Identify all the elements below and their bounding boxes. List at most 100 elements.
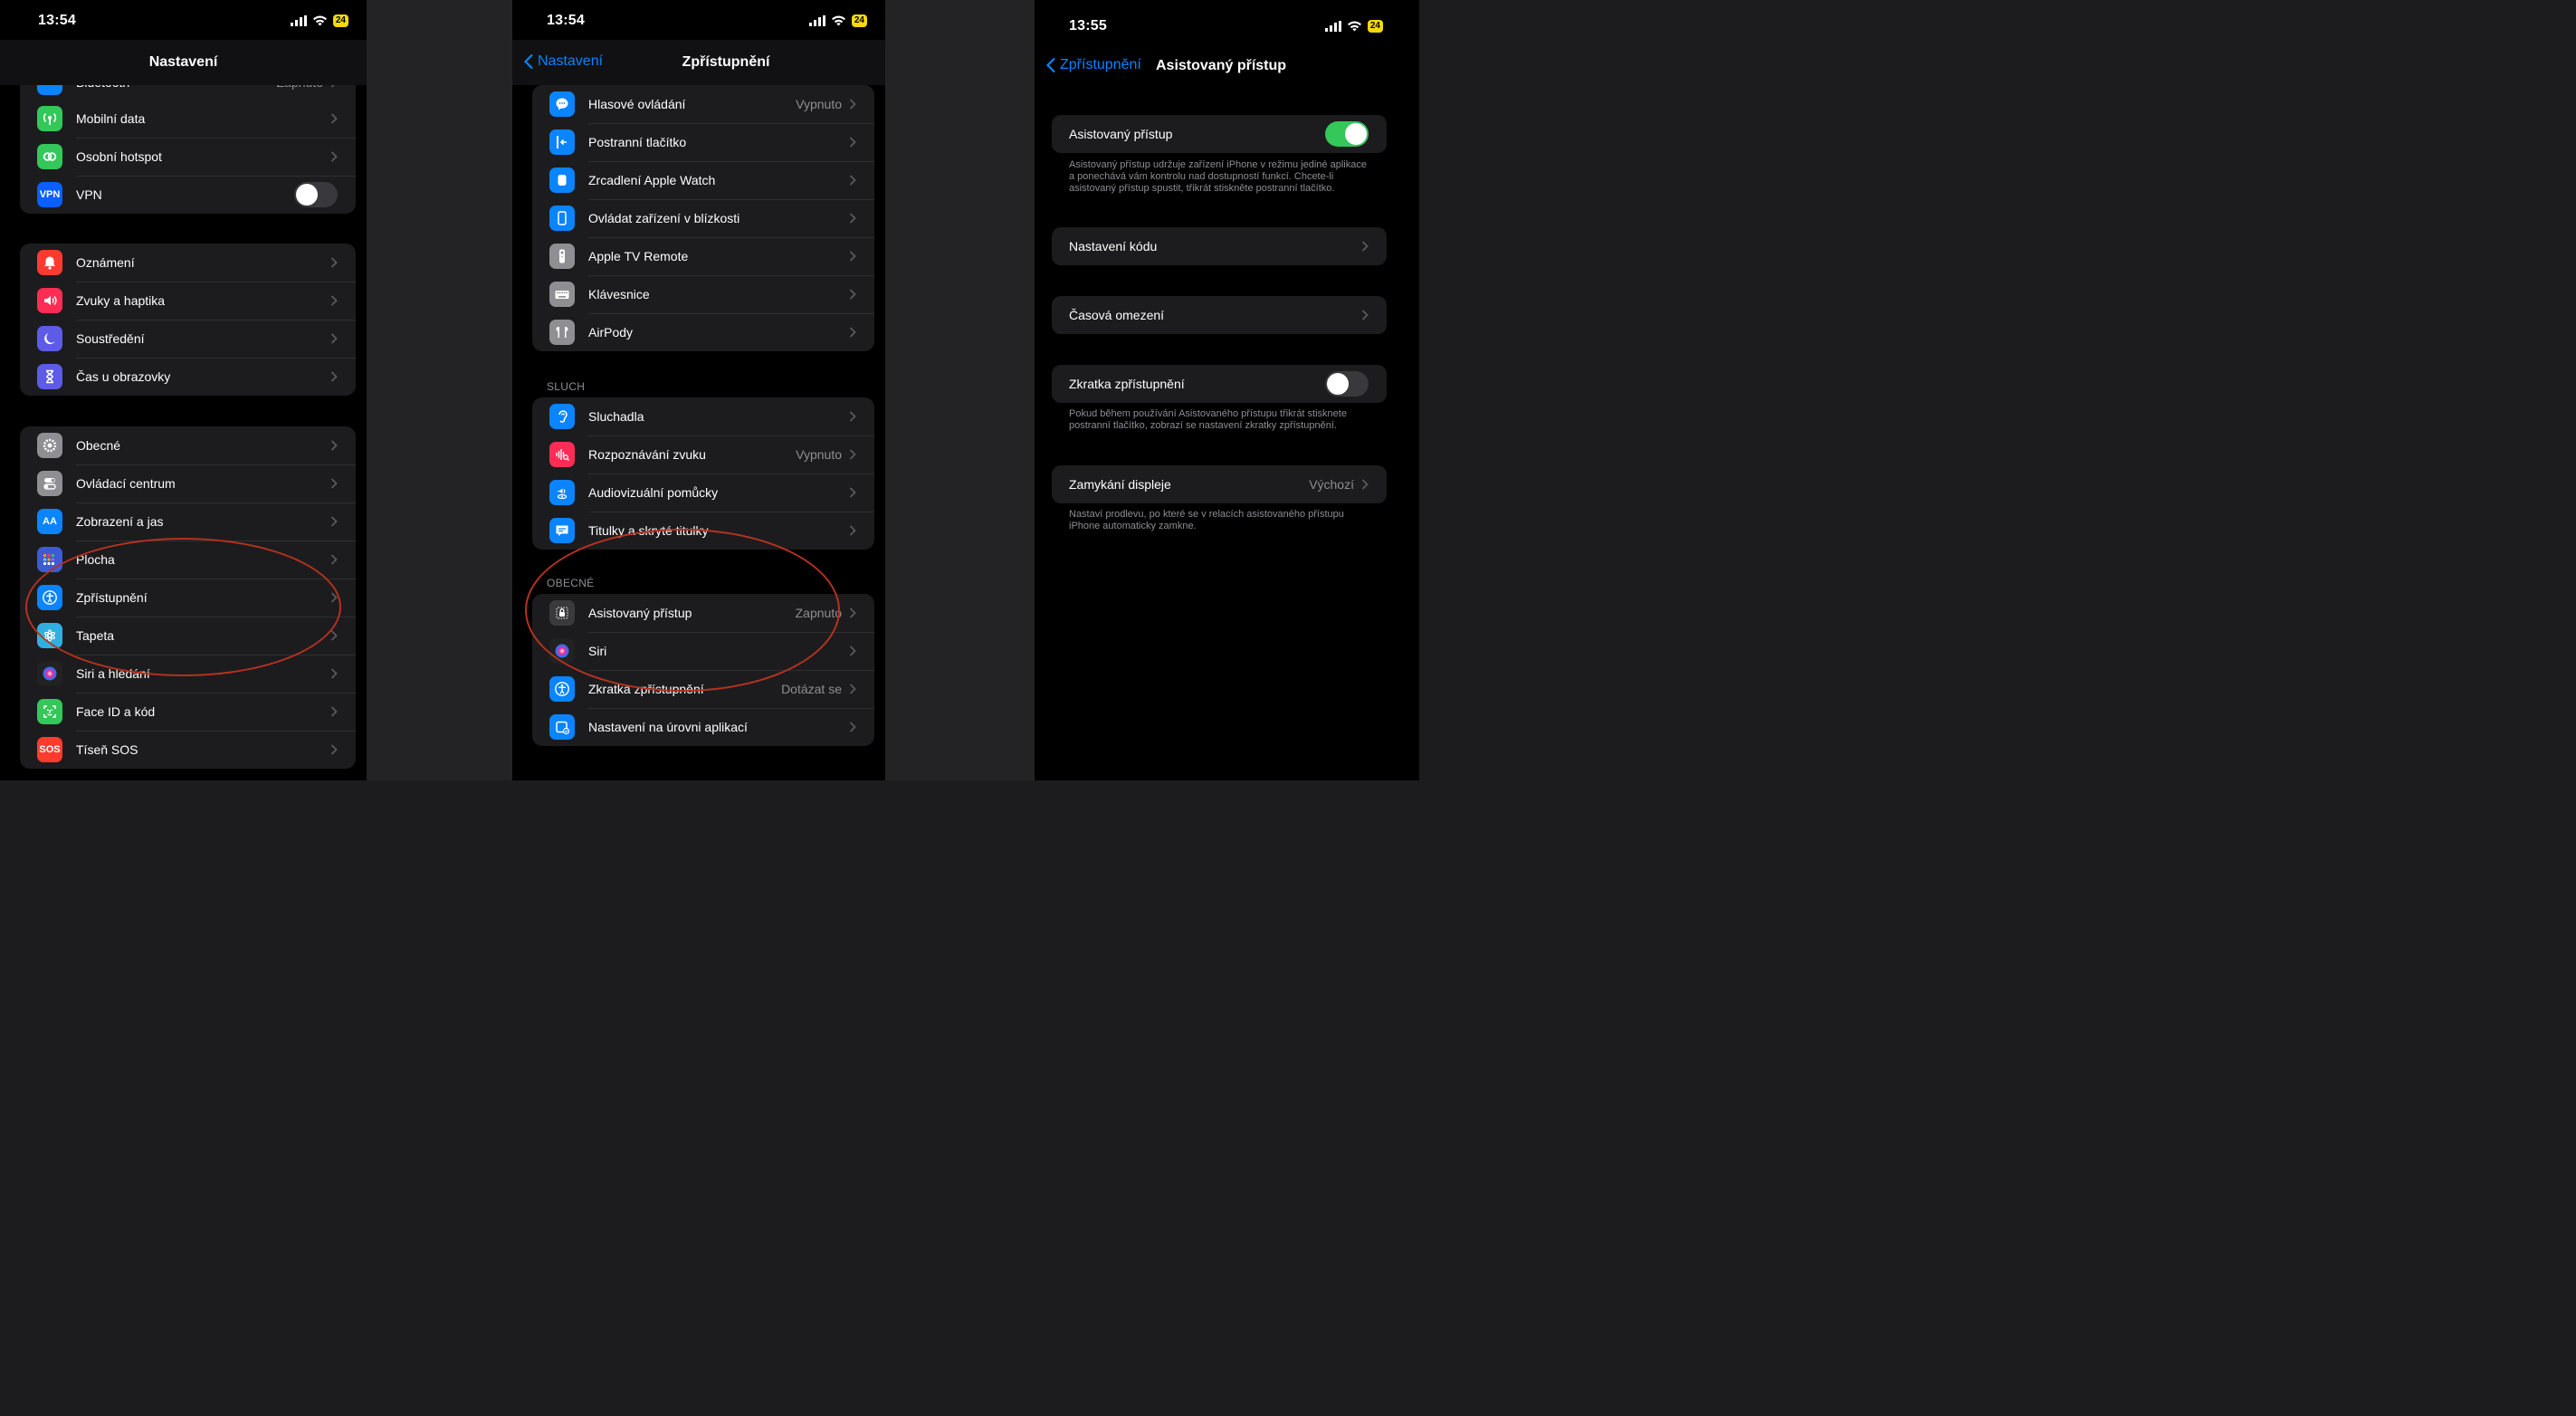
settings-row[interactable]: AA Zobrazení a jas bbox=[20, 502, 356, 541]
sound-recognition-icon bbox=[549, 442, 575, 467]
time-limits-row[interactable]: Časová omezení bbox=[1052, 296, 1387, 334]
chevron-right-icon bbox=[330, 151, 338, 162]
status-time: 13:54 bbox=[38, 13, 76, 28]
chevron-right-icon bbox=[849, 684, 856, 694]
back-button[interactable]: Zpřístupnění bbox=[1045, 57, 1141, 73]
row-label: Zamykání displeje bbox=[1069, 477, 1171, 492]
settings-row[interactable]: VPN VPN bbox=[20, 176, 356, 214]
status-bar: 13:54 24 bbox=[0, 13, 367, 34]
chevron-right-icon bbox=[849, 722, 856, 732]
settings-row[interactable]: Hlasové ovládání Vypnuto bbox=[532, 85, 874, 123]
wifi-icon bbox=[831, 15, 845, 26]
accessibility-shortcut-toggle[interactable] bbox=[1325, 371, 1369, 397]
settings-row[interactable]: Titulky a skryté titulky bbox=[532, 512, 874, 550]
chevron-left-icon bbox=[1045, 57, 1055, 73]
settings-row[interactable]: Ovládat zařízení v blízkosti bbox=[532, 199, 874, 237]
display-lock-group: Zamykání displeje Výchozí bbox=[1052, 465, 1387, 503]
row-value: Vypnuto bbox=[796, 447, 842, 462]
shortcut-group: Zkratka zpřístupnění bbox=[1052, 365, 1387, 403]
siri-icon bbox=[549, 638, 575, 664]
wifi-icon bbox=[312, 15, 327, 26]
row-label: Siri a hledání bbox=[76, 666, 150, 681]
row-label: Tíseň SOS bbox=[76, 742, 138, 757]
subtitles-icon bbox=[549, 518, 575, 543]
settings-row[interactable]: Zrcadlení Apple Watch bbox=[532, 161, 874, 199]
accessibility-icon bbox=[549, 676, 575, 702]
gap-left bbox=[367, 0, 512, 780]
settings-row[interactable]: Klávesnice bbox=[532, 275, 874, 313]
row-label: Klávesnice bbox=[588, 287, 650, 301]
grid-icon bbox=[37, 547, 62, 572]
chevron-right-icon bbox=[330, 295, 338, 306]
settings-row[interactable]: Face ID a kód bbox=[20, 693, 356, 731]
settings-row[interactable]: Siri bbox=[532, 632, 874, 670]
row-label: Čas u obrazovky bbox=[76, 369, 171, 384]
settings-row[interactable]: Osobní hotspot bbox=[20, 138, 356, 176]
row-label: Zkratka zpřístupnění bbox=[1069, 377, 1185, 391]
signal-icon bbox=[1324, 21, 1341, 32]
row-label: VPN bbox=[76, 187, 102, 202]
settings-row[interactable]: Apple TV Remote bbox=[532, 237, 874, 275]
wifi-icon bbox=[1347, 21, 1361, 32]
settings-row[interactable]: Soustředění bbox=[20, 320, 356, 358]
settings-row[interactable]: Zkratka zpřístupnění Dotázat se bbox=[532, 670, 874, 708]
guided-access-screen: 13:55 24 Zpřístupnění Asistovaný přístup… bbox=[1035, 0, 1419, 780]
interaction-group: Hlasové ovládání Vypnuto Postranní tlačítk… bbox=[532, 85, 874, 351]
airpods-icon bbox=[549, 320, 575, 345]
vpn-toggle[interactable] bbox=[294, 182, 338, 207]
settings-row[interactable]: Audiovizuální pomůcky bbox=[532, 474, 874, 512]
status-time: 13:55 bbox=[1069, 18, 1107, 33]
settings-row[interactable]: Mobilní data bbox=[20, 100, 356, 138]
chevron-right-icon bbox=[330, 668, 338, 679]
chevron-right-icon bbox=[1361, 241, 1369, 252]
guided-access-toggle-group: Asistovaný přístup bbox=[1052, 115, 1387, 153]
row-label: Nastavení na úrovni aplikací bbox=[588, 720, 748, 734]
row-label: Osobní hotspot bbox=[76, 149, 162, 164]
settings-row[interactable]: Ovládací centrum bbox=[20, 464, 356, 502]
settings-row[interactable]: Postranní tlačítko bbox=[532, 123, 874, 161]
notifications-group: Oznámení Zvuky a haptika Soustředění Čas u … bbox=[20, 244, 356, 396]
back-label: Zpřístupnění bbox=[1060, 57, 1141, 72]
chevron-right-icon bbox=[849, 525, 856, 536]
page-title: Asistovaný přístup bbox=[1156, 58, 1287, 73]
gear-icon bbox=[37, 433, 62, 458]
battery-icon: 24 bbox=[851, 14, 867, 27]
settings-row[interactable]: Zvuky a haptika bbox=[20, 282, 356, 320]
settings-row[interactable]: Obecné bbox=[20, 426, 356, 464]
settings-row[interactable]: SOS Tíseň SOS bbox=[20, 731, 356, 769]
antenna-icon bbox=[37, 106, 62, 131]
guided-access-toggle[interactable] bbox=[1325, 121, 1369, 147]
passcode-settings-row[interactable]: Nastavení kódu bbox=[1052, 227, 1387, 265]
row-value: Vypnuto bbox=[796, 97, 842, 111]
accessibility-icon bbox=[37, 585, 62, 610]
settings-row[interactable]: Siri a hledání bbox=[20, 655, 356, 693]
row-label: Plocha bbox=[76, 552, 115, 567]
chevron-right-icon bbox=[1361, 310, 1369, 321]
settings-row[interactable]: Plocha bbox=[20, 541, 356, 579]
chevron-right-icon bbox=[849, 251, 856, 262]
flower-icon bbox=[37, 623, 62, 648]
settings-row[interactable]: Čas u obrazovky bbox=[20, 358, 356, 396]
time-limits-group: Časová omezení bbox=[1052, 296, 1387, 334]
row-label: Asistovaný přístup bbox=[1069, 127, 1173, 141]
settings-row[interactable]: Tapeta bbox=[20, 617, 356, 655]
row-label: Zrcadlení Apple Watch bbox=[588, 173, 716, 187]
chevron-right-icon bbox=[330, 706, 338, 717]
lock-icon bbox=[549, 600, 575, 626]
settings-row[interactable]: AirPody bbox=[532, 313, 874, 351]
row-label: Nastavení kódu bbox=[1069, 239, 1158, 254]
chevron-left-icon bbox=[523, 53, 533, 70]
settings-row[interactable]: Oznámení bbox=[20, 244, 356, 282]
row-label: Asistovaný přístup bbox=[588, 606, 692, 620]
display-lock-footer: Nastaví prodlevu, po které se v relacích… bbox=[1069, 509, 1344, 531]
settings-row[interactable]: Rozpoznávání zvuku Vypnuto bbox=[532, 435, 874, 474]
display-lock-row[interactable]: Zamykání displeje Výchozí bbox=[1052, 465, 1387, 503]
settings-row[interactable]: Asistovaný přístup Zapnuto bbox=[532, 594, 874, 632]
settings-row[interactable]: Sluchadla bbox=[532, 397, 874, 435]
row-label: Tapeta bbox=[76, 628, 115, 643]
chevron-right-icon bbox=[849, 213, 856, 224]
battery-icon: 24 bbox=[332, 14, 348, 27]
settings-row[interactable]: Nastavení na úrovni aplikací bbox=[532, 708, 874, 746]
signal-icon bbox=[290, 15, 307, 26]
settings-row[interactable]: Zpřístupnění bbox=[20, 579, 356, 617]
